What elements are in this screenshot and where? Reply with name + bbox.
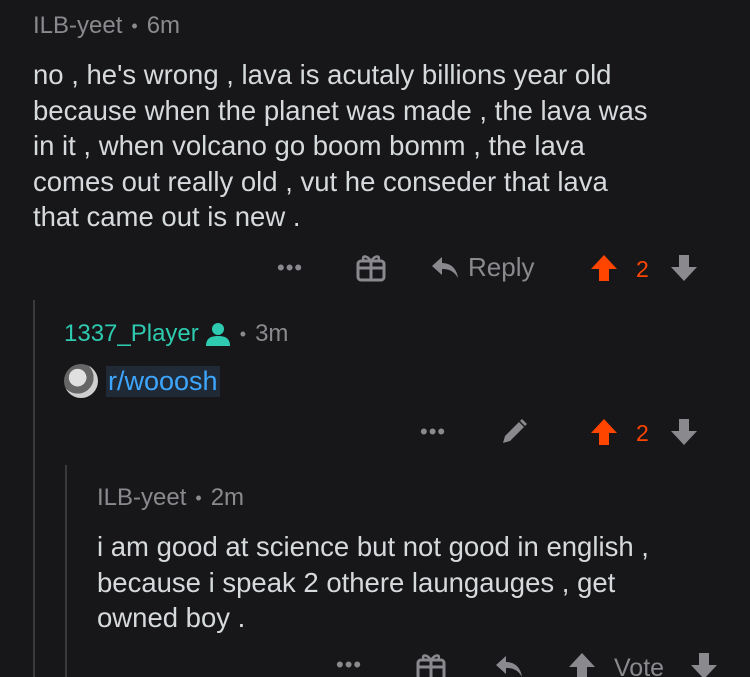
- comment-author[interactable]: 1337_Player: [64, 320, 199, 348]
- comment-meta: 1337_Player • 3m: [64, 320, 288, 348]
- downvote-arrow-icon[interactable]: [670, 418, 698, 446]
- gift-award-icon[interactable]: [416, 651, 446, 677]
- more-options-button[interactable]: •••: [277, 255, 303, 281]
- meta-separator: •: [131, 15, 138, 36]
- downvote-arrow-icon[interactable]: [690, 652, 718, 677]
- comment-meta: ILB-yeet • 2m: [97, 484, 244, 512]
- thread-line-level1[interactable]: [33, 300, 35, 677]
- comment-meta: ILB-yeet • 6m: [33, 12, 180, 40]
- comment-timestamp: 2m: [210, 484, 245, 511]
- downvote-arrow-icon[interactable]: [670, 254, 698, 282]
- reply-label: Reply: [468, 252, 535, 282]
- vote-score: 2: [636, 256, 649, 282]
- vote-score: 2: [636, 420, 649, 446]
- gift-award-icon[interactable]: [356, 252, 386, 282]
- subreddit-link[interactable]: r/wooosh: [64, 364, 220, 398]
- upvote-arrow-icon[interactable]: [568, 652, 596, 677]
- subreddit-avatar: [64, 364, 98, 398]
- comment-author[interactable]: ILB-yeet: [33, 12, 122, 40]
- meta-separator: •: [239, 323, 247, 344]
- comment-timestamp: 3m: [255, 320, 289, 347]
- comment-body: no , he's wrong , lava is acutaly billio…: [33, 59, 648, 232]
- comment-author[interactable]: ILB-yeet: [97, 484, 186, 512]
- comment-thread: ILB-yeet • 6m no , he's wrong , lava is …: [0, 0, 750, 677]
- subreddit-link-text[interactable]: r/wooosh: [106, 365, 220, 397]
- comment-timestamp: 6m: [146, 12, 181, 39]
- op-user-icon: [205, 321, 231, 347]
- more-options-button[interactable]: •••: [336, 652, 362, 677]
- upvote-arrow-icon[interactable]: [590, 254, 618, 282]
- thread-line-level2[interactable]: [65, 465, 67, 677]
- more-options-button[interactable]: •••: [420, 419, 446, 445]
- reply-arrow-icon: [430, 255, 460, 281]
- vote-label: Vote: [614, 654, 665, 677]
- reply-arrow-icon[interactable]: [494, 654, 524, 677]
- comment-body: i am good at science but not good in eng…: [97, 531, 649, 633]
- reply-button[interactable]: Reply: [430, 252, 534, 283]
- upvote-arrow-icon[interactable]: [590, 418, 618, 446]
- meta-separator: •: [195, 487, 202, 508]
- edit-pencil-icon[interactable]: [500, 418, 528, 446]
